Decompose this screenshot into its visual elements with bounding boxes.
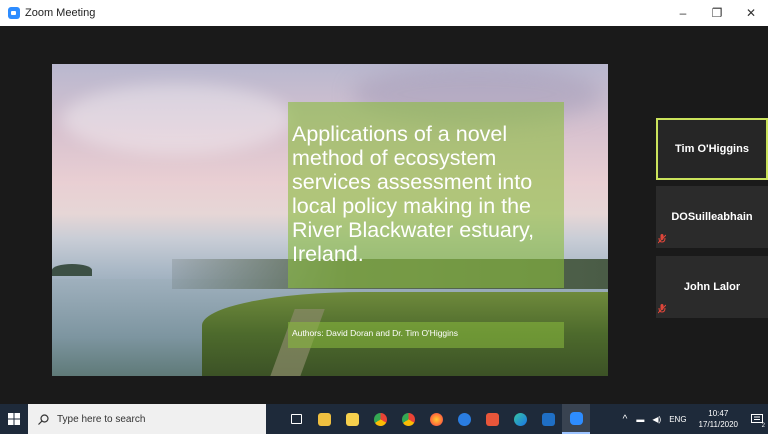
sticky-notes-icon[interactable] (338, 404, 366, 434)
slide-background-headland (52, 264, 92, 276)
window-controls: – ❐ ✕ (666, 0, 768, 26)
participant-tile-dosuilleabhain[interactable]: DOSuilleabhain (656, 186, 768, 248)
edge-new-icon[interactable] (506, 404, 534, 434)
clock-time: 10:47 (708, 409, 729, 418)
zoom-app-icon (8, 7, 20, 19)
windows-logo-icon (8, 413, 20, 425)
participant-name: DOSuilleabhain (671, 211, 753, 223)
language-indicator[interactable]: ENG (669, 415, 686, 424)
file-explorer-icon[interactable] (310, 404, 338, 434)
window-title: Zoom Meeting (25, 7, 96, 19)
participant-name: John Lalor (683, 281, 741, 293)
search-placeholder: Type here to search (57, 413, 146, 425)
firefox-icon[interactable] (422, 404, 450, 434)
edge-icon[interactable] (450, 404, 478, 434)
participant-tile-tim[interactable]: Tim O'Higgins (656, 118, 768, 180)
mic-muted-icon (658, 304, 666, 314)
clock-date: 17/11/2020 (698, 420, 738, 429)
notification-count-badge: 2 (761, 423, 765, 429)
slide-title: Applications of a novel method of ecosys… (292, 122, 535, 266)
meeting-area: Applications of a novel method of ecosys… (0, 26, 768, 404)
close-button[interactable]: ✕ (734, 0, 768, 26)
system-tray: ^ ▬ ◀) ENG 10:47 17/11/2020 2 (618, 404, 768, 434)
minimize-button[interactable]: – (666, 0, 700, 26)
clock[interactable]: 10:47 17/11/2020 (699, 408, 738, 430)
participant-name: Tim O'Higgins (675, 143, 749, 155)
search-icon (38, 413, 49, 425)
mic-muted-icon (658, 234, 666, 244)
windows-taskbar: Type here to search ^ ▬ ◀) ENG 10:47 17/… (0, 404, 768, 434)
maximize-button[interactable]: ❐ (700, 0, 734, 26)
shared-screen-slide[interactable]: Applications of a novel method of ecosys… (52, 64, 608, 376)
notifications-button[interactable]: 2 (746, 404, 768, 434)
taskbar-search-box[interactable]: Type here to search (28, 404, 266, 434)
volume-icon[interactable]: ◀) (652, 415, 661, 424)
chrome-alt-icon[interactable] (394, 404, 422, 434)
participant-tile-john[interactable]: John Lalor (656, 256, 768, 318)
office-icon[interactable] (478, 404, 506, 434)
window-titlebar: Zoom Meeting – ❐ ✕ (0, 0, 768, 26)
task-view-icon[interactable] (282, 404, 310, 434)
network-icon[interactable]: ▬ (636, 415, 644, 424)
chevron-up-icon[interactable]: ^ (623, 414, 628, 425)
chrome-icon[interactable] (366, 404, 394, 434)
outlook-icon[interactable] (534, 404, 562, 434)
start-button[interactable] (0, 404, 28, 434)
slide-authors: Authors: David Doran and Dr. Tim O'Higgi… (292, 328, 459, 338)
zoom-icon[interactable] (562, 404, 590, 434)
slide-background-cloud (62, 84, 292, 154)
